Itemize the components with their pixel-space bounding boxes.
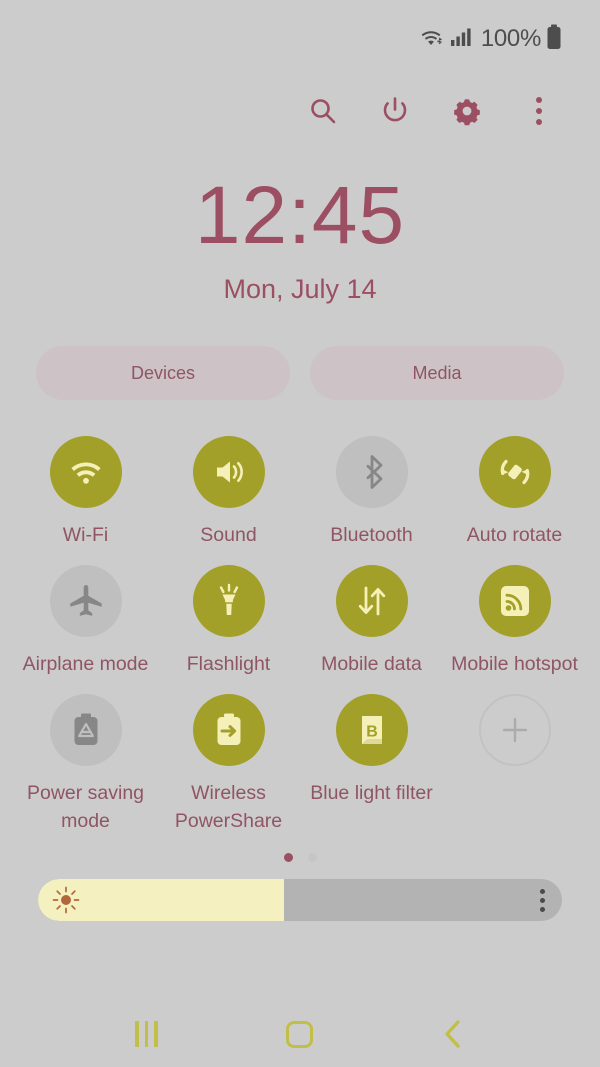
svg-text:B: B <box>366 724 378 741</box>
tile-sound[interactable]: Sound <box>157 428 300 549</box>
wireless-powershare-icon <box>217 713 240 745</box>
tile-label: Airplane mode <box>22 653 149 675</box>
page-dot-active[interactable] <box>283 852 293 862</box>
dot <box>536 97 542 103</box>
power-icon[interactable] <box>374 90 416 132</box>
recents-icon[interactable] <box>119 1011 175 1057</box>
dot <box>536 108 542 114</box>
tile-label: Mobile data <box>321 653 422 675</box>
page-dot[interactable] <box>307 852 317 862</box>
tile-bluetooth[interactable]: Bluetooth <box>300 428 443 549</box>
flashlight-icon <box>219 583 238 615</box>
clock-date: Mon, July 14 <box>223 274 377 304</box>
tile-auto-rotate[interactable]: Auto rotate <box>443 428 586 549</box>
wifi-icon <box>70 462 101 484</box>
tile-mobile-data[interactable]: Mobile data <box>300 557 443 678</box>
devices-button[interactable]: Devices <box>36 346 290 400</box>
navigation-bar <box>0 1001 600 1067</box>
tile-label: Wi-Fi <box>62 524 109 546</box>
tile-label: Power saving mode <box>26 782 145 832</box>
dot <box>540 897 545 903</box>
bar <box>135 1021 139 1047</box>
brightness-sun-icon <box>52 886 80 914</box>
status-bar-icons: 100% <box>420 24 562 55</box>
recents-bars <box>135 1021 158 1047</box>
tile-icon-wrapper <box>335 436 408 508</box>
battery-percent-label: 100% <box>480 25 541 52</box>
bar <box>154 1021 158 1047</box>
tile-wifi[interactable]: Wi-Fi <box>14 428 157 549</box>
tile-icon-wrapper <box>335 565 408 637</box>
page-indicator <box>0 849 600 865</box>
tile-label: Sound <box>200 524 257 546</box>
auto-rotate-icon <box>500 459 529 485</box>
bar <box>144 1021 149 1047</box>
tile-icon-wrapper <box>478 436 551 508</box>
media-button[interactable]: Media <box>310 346 564 400</box>
mobile-hotspot-icon <box>500 586 529 616</box>
quick-settings-toolbar <box>0 78 600 144</box>
more-options-dots <box>536 97 542 125</box>
battery-full-icon <box>546 24 562 55</box>
tile-label: Mobile hotspot <box>451 653 578 675</box>
home-icon[interactable] <box>272 1011 328 1057</box>
clock-time: 12:45 <box>194 170 406 261</box>
tile-label: Auto rotate <box>466 524 563 546</box>
bluetooth-icon <box>366 455 382 489</box>
home-square <box>286 1020 314 1048</box>
tile-flashlight[interactable]: Flashlight <box>157 557 300 678</box>
airplane-icon <box>69 585 102 616</box>
brightness-slider[interactable] <box>38 879 562 921</box>
dot <box>540 906 545 912</box>
status-bar: 100% <box>0 0 600 78</box>
add-tile-icon <box>502 717 527 743</box>
tile-label: Bluetooth <box>330 524 413 546</box>
tile-label: Wireless PowerShare <box>174 782 283 832</box>
tile-icon-wrapper <box>49 694 122 766</box>
tile-label: Blue light filter <box>310 782 433 804</box>
search-icon[interactable] <box>302 90 344 132</box>
back-icon[interactable] <box>425 1011 481 1057</box>
tile-icon-wrapper <box>192 436 265 508</box>
sound-icon <box>216 461 243 483</box>
tile-add-button[interactable] <box>443 686 586 835</box>
tile-icon-wrapper <box>192 565 265 637</box>
cellular-signal-icon <box>450 26 472 53</box>
dot <box>540 888 545 894</box>
power-saving-icon <box>74 713 97 745</box>
tile-icon-wrapper <box>49 436 122 508</box>
shortcut-pill-row: Devices Media <box>0 346 600 400</box>
clock-widget[interactable]: 12:45 Mon, July 14 <box>0 170 600 305</box>
brightness-section <box>0 879 600 921</box>
mobile-data-icon <box>358 586 385 616</box>
tile-wireless-powershare[interactable]: Wireless PowerShare <box>157 686 300 835</box>
tile-icon-wrapper: B <box>335 694 408 766</box>
tile-power-saving-mode[interactable]: Power saving mode <box>14 686 157 835</box>
wifi-data-icon <box>420 25 446 54</box>
tile-icon-wrapper <box>49 565 122 637</box>
tile-icon-wrapper <box>192 694 265 766</box>
more-options-icon[interactable] <box>518 90 560 132</box>
gear-icon[interactable] <box>446 90 488 132</box>
quick-settings-tile-grid: Wi-Fi Sound Bluetooth Auto rotate Airpla… <box>0 428 600 835</box>
tile-airplane-mode[interactable]: Airplane mode <box>14 557 157 678</box>
tile-icon-wrapper <box>478 565 551 637</box>
brightness-options-icon[interactable] <box>540 888 545 912</box>
tile-blue-light-filter[interactable]: B Blue light filter <box>300 686 443 835</box>
tile-label: Flashlight <box>186 653 271 675</box>
blue-light-filter-icon: B <box>361 716 382 744</box>
tile-mobile-hotspot[interactable]: Mobile hotspot <box>443 557 586 678</box>
dot <box>536 119 542 125</box>
tile-icon-wrapper <box>478 694 551 766</box>
